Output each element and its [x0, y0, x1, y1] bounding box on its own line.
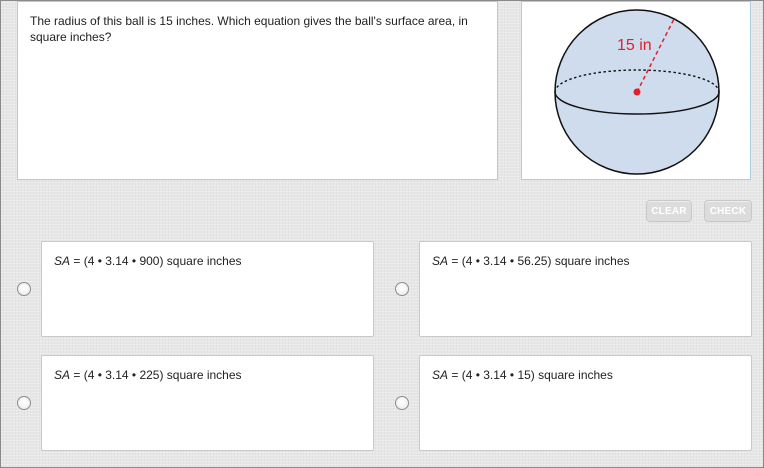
- choice-1[interactable]: SA = (4 • 3.14 • 900) square inches: [41, 241, 374, 337]
- choice-1-radio[interactable]: [17, 282, 31, 296]
- question-text: The radius of this ball is 15 inches. Wh…: [30, 14, 468, 44]
- radius-label: 15 in: [617, 37, 652, 54]
- choice-1-expression: = (4 • 3.14 • 900) square inches: [70, 254, 242, 268]
- choice-1-variable: SA: [54, 254, 71, 268]
- choice-2-expression: = (4 • 3.14 • 56.25) square inches: [448, 254, 630, 268]
- choice-2[interactable]: SA = (4 • 3.14 • 56.25) square inches: [419, 241, 752, 337]
- figure-panel: 15 in: [521, 1, 751, 180]
- sphere-diagram: 15 in: [554, 9, 720, 175]
- choice-4-radio[interactable]: [395, 396, 409, 410]
- choice-3-expression: = (4 • 3.14 • 225) square inches: [70, 368, 242, 382]
- center-point: [633, 88, 641, 96]
- check-button[interactable]: CHECK: [704, 200, 752, 222]
- choice-3[interactable]: SA = (4 • 3.14 • 225) square inches: [41, 355, 374, 451]
- choice-4[interactable]: SA = (4 • 3.14 • 15) square inches: [419, 355, 752, 451]
- choice-2-radio[interactable]: [395, 282, 409, 296]
- question-panel: The radius of this ball is 15 inches. Wh…: [17, 1, 498, 180]
- choice-4-expression: = (4 • 3.14 • 15) square inches: [448, 368, 613, 382]
- choice-3-radio[interactable]: [17, 396, 31, 410]
- choice-3-variable: SA: [54, 368, 71, 382]
- choice-4-variable: SA: [432, 368, 449, 382]
- choice-2-variable: SA: [432, 254, 449, 268]
- clear-button[interactable]: CLEAR: [646, 200, 692, 222]
